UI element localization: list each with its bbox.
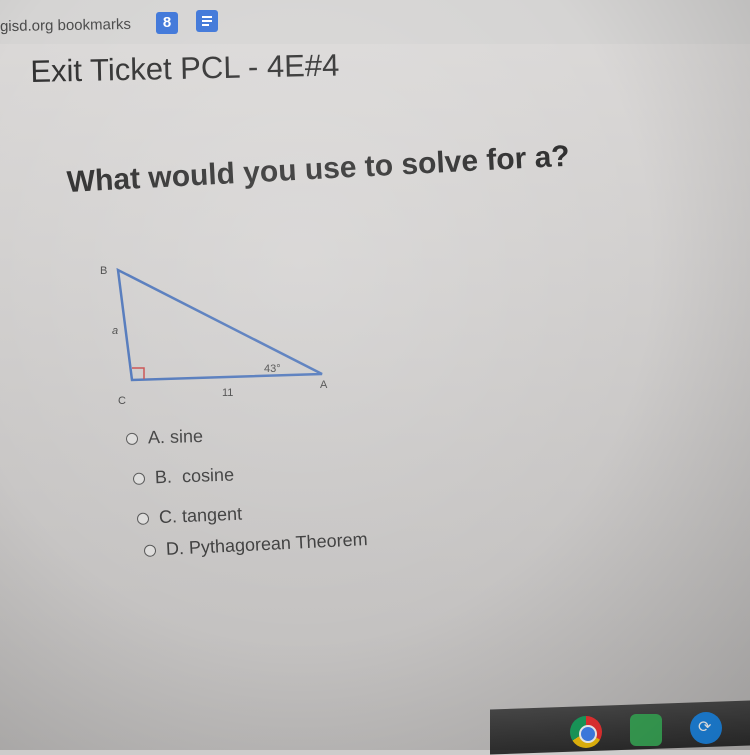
screen: gisd.org bookmarks 8 Exit Ticket PCL - 4… (0, 0, 750, 755)
triangle-diagram: B C A a 11 43° (100, 265, 328, 407)
radio-button[interactable] (136, 512, 150, 525)
vertex-b-label: B (100, 265, 107, 277)
right-angle-marker (132, 367, 145, 379)
option-letter: A. (147, 426, 166, 448)
option-d[interactable]: D. Pythagorean Theorem (143, 529, 368, 561)
option-c[interactable]: C. tangent (136, 503, 243, 529)
option-a[interactable]: A. sine (125, 425, 204, 449)
radio-button[interactable] (143, 543, 157, 557)
option-text: sine (169, 425, 204, 447)
radio-button[interactable] (132, 472, 146, 485)
google-bookmark-icon[interactable]: 8 (156, 12, 178, 34)
option-text: cosine (181, 464, 235, 487)
bookmarks-folder[interactable]: gisd.org bookmarks (0, 16, 131, 35)
page-title: Exit Ticket PCL - 4E#4 (30, 47, 340, 89)
radio-button[interactable] (125, 432, 139, 445)
angle-a-label: 43° (264, 363, 281, 375)
option-letter: D. (165, 538, 185, 559)
app-icon[interactable] (630, 714, 662, 746)
vertex-c-label: C (118, 395, 126, 407)
option-letter: C. (158, 506, 178, 528)
side-a-label: a (112, 325, 118, 337)
chrome-icon[interactable] (570, 716, 602, 748)
side-ca-label: 11 (222, 387, 233, 399)
option-text: tangent (181, 503, 243, 527)
sync-app-icon[interactable] (690, 712, 722, 744)
option-text: Pythagorean Theorem (188, 529, 368, 558)
question-text: What would you use to solve for a? (66, 139, 571, 199)
docs-bookmark-icon[interactable] (196, 10, 218, 32)
option-letter: B. (154, 466, 173, 488)
vertex-a-label: A (320, 379, 328, 391)
option-b[interactable]: B. cosine (132, 464, 235, 489)
bookmarks-bar: gisd.org bookmarks 8 (0, 0, 750, 44)
triangle-shape (116, 267, 323, 382)
